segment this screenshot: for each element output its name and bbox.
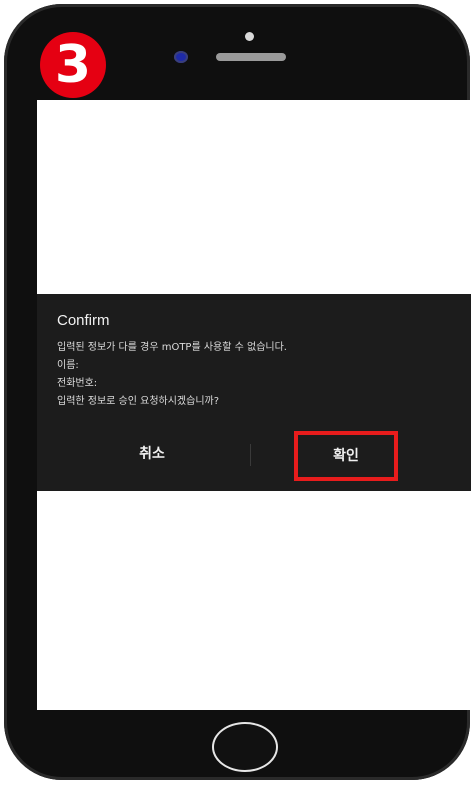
home-button-icon[interactable] <box>212 722 278 772</box>
dialog-question: 입력한 정보로 승인 요청하시겠습니까? <box>57 396 220 407</box>
step-number-badge: 3 <box>40 32 106 98</box>
proximity-sensor-icon <box>245 32 254 41</box>
phone-frame: 3 Confirm 입력된 정보가 다를 경우 mOTP를 사용할 수 없습니다… <box>4 4 471 780</box>
dialog-name-field: 이름: <box>57 360 79 371</box>
dialog-message-warning: 입력된 정보가 다를 경우 mOTP를 사용할 수 없습니다. <box>57 342 287 353</box>
earpiece-speaker-icon <box>216 53 286 61</box>
confirm-dialog: Confirm 입력된 정보가 다를 경우 mOTP를 사용할 수 없습니다. … <box>37 294 471 491</box>
dialog-phone-field: 전화번호: <box>57 378 98 389</box>
dialog-title: Confirm <box>57 312 110 329</box>
front-camera-icon <box>174 51 188 63</box>
cancel-button[interactable]: 취소 <box>127 442 177 466</box>
confirm-button[interactable]: 확인 <box>294 431 398 481</box>
phone-screen: Confirm 입력된 정보가 다를 경우 mOTP를 사용할 수 없습니다. … <box>37 100 471 710</box>
button-divider <box>250 444 251 466</box>
